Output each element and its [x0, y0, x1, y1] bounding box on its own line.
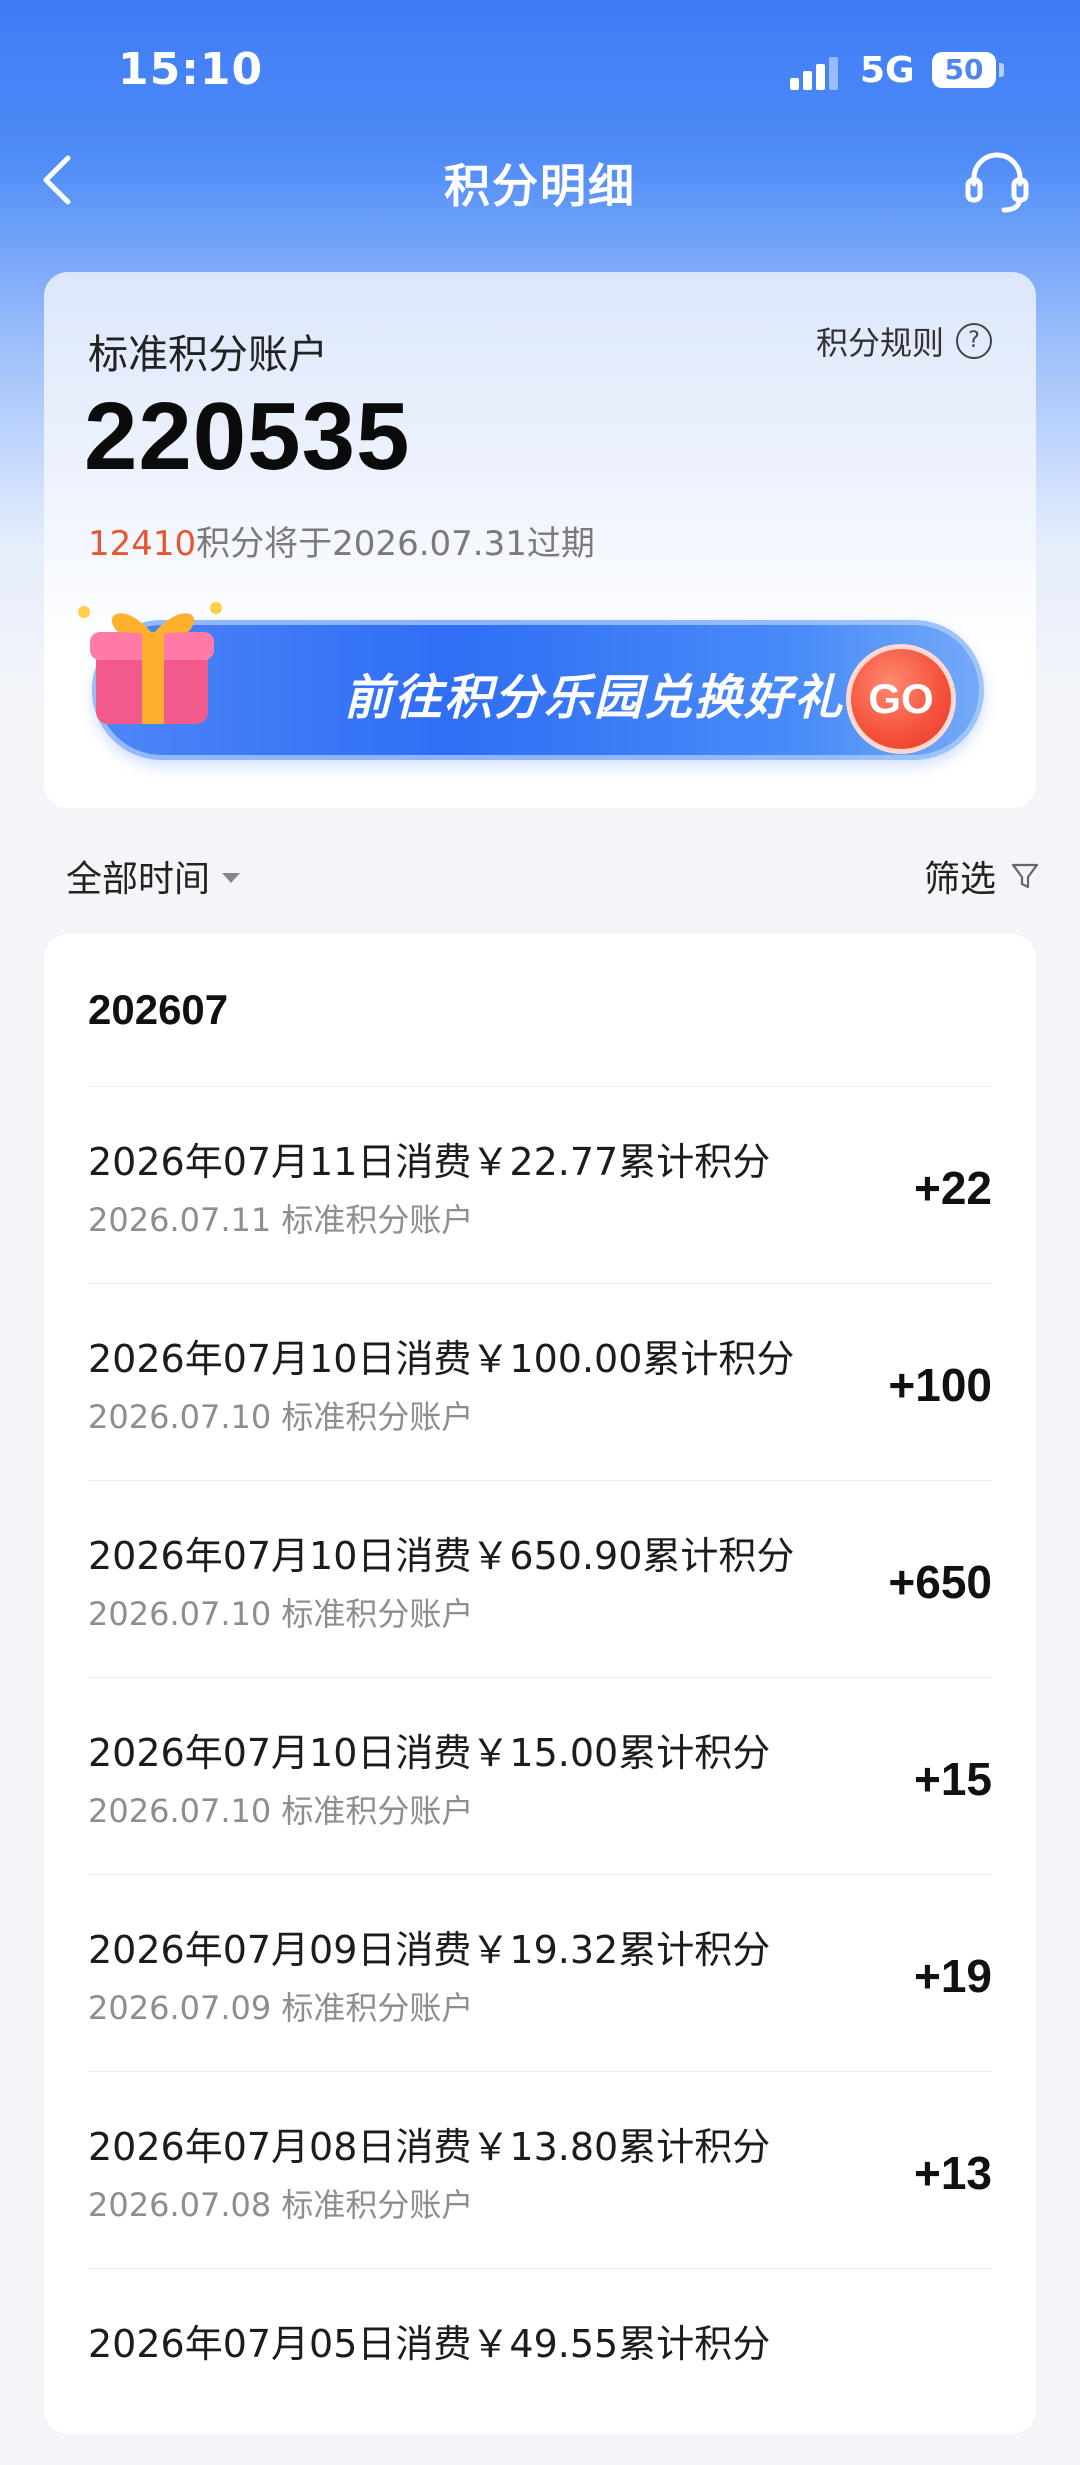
item-title: 2026年07月11日消费￥22.77累计积分 — [88, 1140, 771, 1184]
item-amount: +650 — [888, 1556, 992, 1608]
list-item[interactable]: 2026年07月10日消费￥650.90累计积分 2026.07.10 标准积分… — [88, 1480, 992, 1677]
item-amount: +22 — [913, 1162, 992, 1214]
item-amount: +19 — [913, 1950, 992, 2002]
item-title: 2026年07月10日消费￥650.90累计积分 — [88, 1534, 795, 1578]
battery-icon: 50 — [932, 52, 996, 88]
rules-label: 积分规则 — [815, 324, 944, 362]
go-button[interactable]: GO — [846, 644, 956, 754]
expire-points: 12410 — [88, 524, 197, 564]
question-icon: ? — [956, 323, 992, 359]
filter-label: 筛选 — [923, 859, 996, 900]
item-title: 2026年07月10日消费￥100.00累计积分 — [88, 1337, 795, 1381]
item-amount: +15 — [913, 1753, 992, 1805]
rules-link[interactable]: 积分规则 ? — [816, 318, 992, 364]
battery-tip — [999, 63, 1004, 77]
filter-row: 全部时间 筛选 — [0, 840, 1080, 910]
account-card: 标准积分账户 积分规则 ? 220535 12410积分将于2026.07.31… — [44, 272, 1036, 808]
status-bar: 15:10 5G 50 — [0, 0, 1080, 140]
time-filter-dropdown[interactable]: 全部时间 — [66, 850, 241, 902]
item-subtitle: 2026.07.11 标准积分账户 — [88, 1201, 474, 1239]
points-list: 2026年07月11日消费￥22.77累计积分 2026.07.11 标准积分账… — [44, 1086, 1036, 2465]
item-subtitle: 2026.07.08 标准积分账户 — [88, 2186, 474, 2224]
funnel-icon — [1011, 863, 1039, 889]
item-title: 2026年07月09日消费￥19.32累计积分 — [88, 1928, 771, 1972]
expire-text: 积分将于2026.07.31过期 — [196, 524, 595, 564]
expire-notice: 12410积分将于2026.07.31过期 — [88, 516, 595, 565]
page-title: 积分明细 — [444, 159, 636, 213]
status-time: 15:10 — [118, 44, 264, 95]
item-title: 2026年07月10日消费￥15.00累计积分 — [88, 1731, 771, 1775]
item-subtitle: 2026.07.10 标准积分账户 — [88, 1792, 474, 1830]
list-item[interactable]: 2026年07月09日消费￥19.32累计积分 2026.07.09 标准积分账… — [88, 1874, 992, 2071]
item-subtitle: 2026.07.10 标准积分账户 — [88, 1595, 474, 1633]
item-title: 2026年07月05日消费￥49.55累计积分 — [88, 2322, 771, 2366]
item-subtitle: 2026.07.10 标准积分账户 — [88, 1398, 474, 1436]
network-type: 5G — [860, 50, 915, 91]
caret-down-icon — [222, 873, 241, 883]
signal-icon — [790, 56, 840, 90]
time-filter-label: 全部时间 — [66, 859, 211, 900]
headset-icon[interactable] — [962, 146, 1032, 216]
promo-text: 前往积分乐园兑换好礼 — [344, 670, 845, 726]
item-amount: +13 — [913, 2147, 992, 2199]
points-balance: 220535 — [84, 383, 411, 490]
list-item[interactable]: 2026年07月11日消费￥22.77累计积分 2026.07.11 标准积分账… — [88, 1086, 992, 1283]
item-subtitle: 2026.07.09 标准积分账户 — [88, 1989, 474, 2027]
item-title: 2026年07月08日消费￥13.80累计积分 — [88, 2125, 771, 2169]
list-item[interactable]: 2026年07月10日消费￥100.00累计积分 2026.07.10 标准积分… — [88, 1283, 992, 1480]
gift-icon — [74, 592, 294, 792]
filter-button[interactable]: 筛选 — [924, 850, 1040, 902]
nav-bar: 积分明细 — [0, 140, 1080, 220]
list-item[interactable]: 2026年07月08日消费￥13.80累计积分 2026.07.08 标准积分账… — [88, 2071, 992, 2268]
list-item[interactable]: 2026年07月05日消费￥49.55累计积分 — [88, 2268, 992, 2465]
points-list-card: 202607 2026年07月11日消费￥22.77累计积分 2026.07.1… — [44, 934, 1036, 2434]
month-header: 202607 — [88, 986, 229, 1033]
account-name: 标准积分账户 — [88, 332, 328, 378]
list-item[interactable]: 2026年07月10日消费￥15.00累计积分 2026.07.10 标准积分账… — [88, 1677, 992, 1874]
item-amount: +100 — [888, 1359, 992, 1411]
